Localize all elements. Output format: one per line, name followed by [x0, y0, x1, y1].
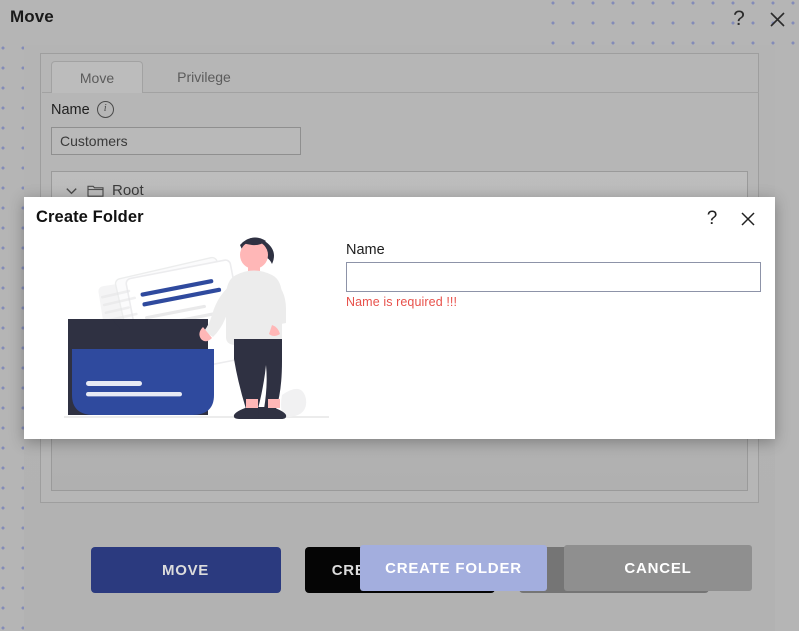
page-header: Move ?	[0, 0, 799, 45]
name-label: Name	[51, 101, 90, 118]
create-folder-form: Name Name is required !!!	[346, 242, 762, 309]
page-title: Move	[10, 7, 54, 26]
info-icon[interactable]: i	[96, 101, 114, 118]
tab-strip: Move Privilege	[42, 55, 759, 93]
validation-error-message: Name is required !!!	[346, 295, 458, 309]
move-button[interactable]: MOVE	[90, 547, 281, 593]
modal-help-icon[interactable]: ?	[699, 206, 725, 232]
person-with-folder-documents-illustration	[64, 237, 329, 419]
folder-icon	[87, 185, 104, 197]
name-field-label-row: Name i	[51, 101, 114, 118]
modal-title: Create Folder	[36, 208, 144, 226]
modal-create-folder-button[interactable]: CREATE FOLDER	[360, 545, 547, 591]
tab-move-label: Move	[79, 69, 115, 86]
modal-name-label: Name	[346, 242, 385, 258]
name-input[interactable]	[51, 127, 301, 155]
modal-cancel-button[interactable]: CANCEL	[564, 545, 752, 591]
tab-move[interactable]: Move	[51, 61, 143, 93]
modal-close-icon[interactable]	[735, 206, 761, 232]
help-icon[interactable]: ?	[725, 5, 753, 33]
dot-pattern-backdrop-left	[0, 45, 24, 631]
modal-name-input[interactable]	[346, 262, 761, 292]
create-folder-modal: Create Folder ? Name Name is required !!…	[24, 197, 775, 591]
tab-privilege-label: Privilege	[177, 69, 231, 85]
chevron-down-icon[interactable]	[64, 183, 79, 198]
close-icon[interactable]	[763, 5, 791, 33]
create-folder-modal-actions: CREATE FOLDER CANCEL	[360, 545, 752, 591]
tab-privilege[interactable]: Privilege	[151, 61, 257, 93]
